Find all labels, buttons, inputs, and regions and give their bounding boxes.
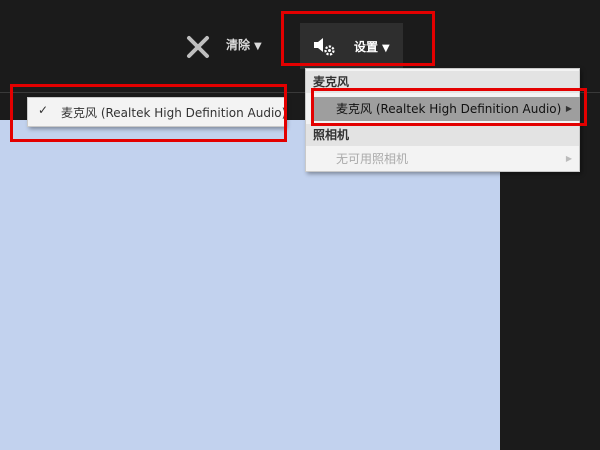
speaker-gear-icon <box>314 38 335 56</box>
settings-dropdown-menu: 麦克风 麦克风 (Realtek High Definition Audio) … <box>305 68 580 172</box>
check-icon: ✓ <box>38 103 49 117</box>
settings-button[interactable]: 设置 ▼ <box>300 23 403 69</box>
settings-label-text: 设置 <box>354 40 379 54</box>
settings-label: 设置 ▼ <box>354 38 390 55</box>
menu-item-camera-label: 无可用照相机 <box>336 152 409 166</box>
close-button[interactable] <box>185 34 211 60</box>
chevron-down-icon: ▼ <box>382 43 390 54</box>
menu-item-camera: 无可用照相机 ▶ <box>314 147 580 171</box>
chevron-down-icon: ▼ <box>254 41 262 52</box>
clear-label: 清除 <box>226 38 251 52</box>
app-window: 清除 ▼ 设置 ▼ 麦克风 麦克风 (Realtek High Definition… <box>0 0 600 450</box>
chevron-right-icon: ▶ <box>565 104 572 113</box>
chevron-right-icon: ▶ <box>565 154 572 163</box>
menu-item-microphone-label: 麦克风 (Realtek High Definition Audio) <box>336 102 562 116</box>
section-header-camera: 照相机 <box>306 124 579 146</box>
microphone-submenu-item[interactable]: ✓ 麦克风 (Realtek High Definition Audio) <box>27 97 287 127</box>
close-icon <box>187 36 209 58</box>
section-header-microphone: 麦克风 <box>306 71 579 93</box>
submenu-item-label: 麦克风 (Realtek High Definition Audio) <box>61 106 287 120</box>
clear-button[interactable]: 清除 ▼ <box>226 36 262 53</box>
menu-item-microphone[interactable]: 麦克风 (Realtek High Definition Audio) ▶ <box>314 97 580 121</box>
